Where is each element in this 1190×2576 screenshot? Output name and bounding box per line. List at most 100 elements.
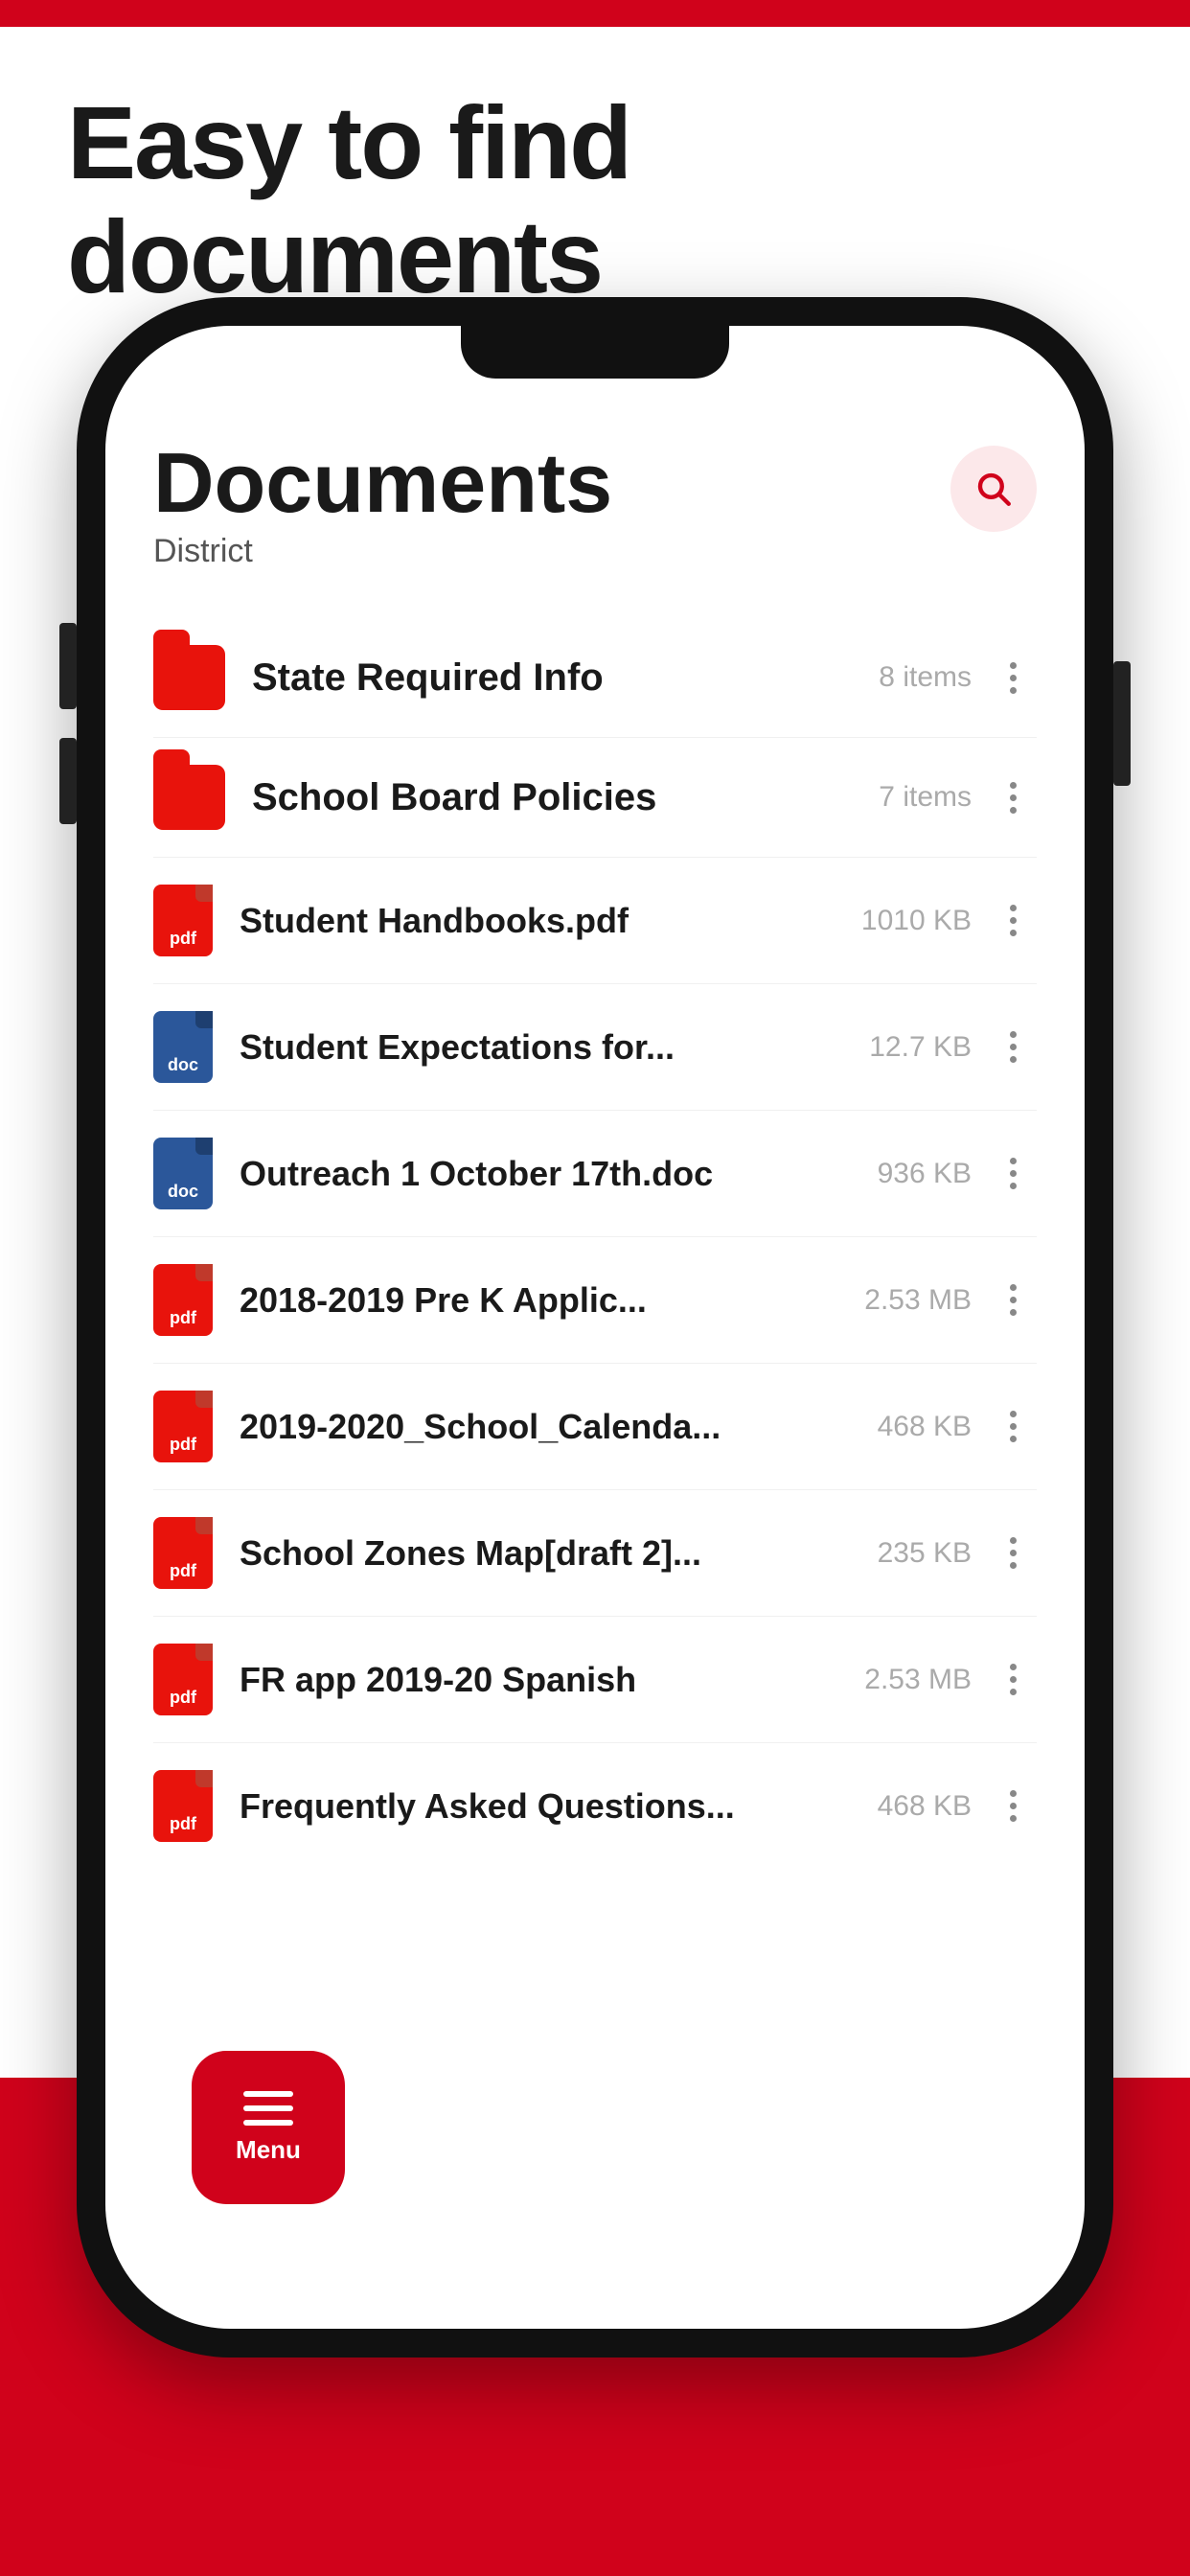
item-name: Frequently Asked Questions... xyxy=(240,1786,858,1827)
documents-subtitle: District xyxy=(153,533,612,570)
item-name: Student Handbooks.pdf xyxy=(240,901,842,941)
dot xyxy=(1010,782,1017,789)
list-item[interactable]: pdf Frequently Asked Questions... 468 KB xyxy=(153,1743,1037,1869)
search-icon xyxy=(973,469,1014,509)
item-info: Student Handbooks.pdf xyxy=(240,901,842,941)
dot xyxy=(1010,1689,1017,1695)
item-meta: 2.53 MB xyxy=(864,1284,972,1317)
dot xyxy=(1010,662,1017,669)
item-meta: 7 items xyxy=(879,781,972,814)
more-options-button[interactable] xyxy=(989,1284,1037,1316)
item-name: Outreach 1 October 17th.doc xyxy=(240,1154,858,1194)
dot xyxy=(1010,1309,1017,1316)
more-options-button[interactable] xyxy=(989,1158,1037,1189)
page-title: Easy to find documents xyxy=(67,86,1190,314)
dot xyxy=(1010,675,1017,681)
pdf-icon: pdf xyxy=(153,1517,213,1589)
pdf-icon: pdf xyxy=(153,1644,213,1715)
more-options-button[interactable] xyxy=(989,1790,1037,1822)
folder-icon xyxy=(153,765,225,830)
list-item[interactable]: pdf 2018-2019 Pre K Applic... 2.53 MB xyxy=(153,1237,1037,1364)
menu-line xyxy=(243,2091,293,2097)
dot xyxy=(1010,1550,1017,1556)
dot xyxy=(1010,1044,1017,1050)
dot xyxy=(1010,1436,1017,1442)
item-name: FR app 2019-20 Spanish xyxy=(240,1660,845,1700)
item-meta: 2.53 MB xyxy=(864,1664,972,1696)
item-name: Student Expectations for... xyxy=(240,1027,850,1068)
dot xyxy=(1010,687,1017,694)
menu-button[interactable]: Menu xyxy=(192,2051,345,2204)
more-options-button[interactable] xyxy=(989,1031,1037,1063)
screen-content: Documents District State Required Info xyxy=(105,393,1085,2329)
phone-frame: Documents District State Required Info xyxy=(77,297,1113,2358)
item-info: 2018-2019 Pre K Applic... xyxy=(240,1280,845,1321)
item-meta: 468 KB xyxy=(878,1790,972,1823)
list-item[interactable]: pdf FR app 2019-20 Spanish 2.53 MB xyxy=(153,1617,1037,1743)
item-info: Frequently Asked Questions... xyxy=(240,1786,858,1827)
pdf-icon: pdf xyxy=(153,885,213,956)
item-info: School Zones Map[draft 2]... xyxy=(240,1533,858,1574)
item-meta: 936 KB xyxy=(878,1158,972,1190)
dot xyxy=(1010,1562,1017,1569)
status-bar xyxy=(0,0,1190,27)
item-name: 2019-2020_School_Calenda... xyxy=(240,1407,858,1447)
dot xyxy=(1010,1183,1017,1189)
item-info: Student Expectations for... xyxy=(240,1027,850,1068)
item-name: 2018-2019 Pre K Applic... xyxy=(240,1280,845,1321)
doc-icon: doc xyxy=(153,1011,213,1083)
more-options-button[interactable] xyxy=(989,662,1037,694)
item-name: School Board Policies xyxy=(252,776,859,819)
list-item[interactable]: pdf Student Handbooks.pdf 1010 KB xyxy=(153,858,1037,984)
hamburger-icon xyxy=(243,2091,293,2126)
dot xyxy=(1010,1790,1017,1797)
more-options-button[interactable] xyxy=(989,1537,1037,1569)
documents-title: Documents xyxy=(153,441,612,525)
dot xyxy=(1010,1537,1017,1544)
phone-notch xyxy=(461,326,729,379)
list-item[interactable]: pdf School Zones Map[draft 2]... 235 KB xyxy=(153,1490,1037,1617)
list-item[interactable]: State Required Info 8 items xyxy=(153,618,1037,738)
more-options-button[interactable] xyxy=(989,905,1037,936)
dot xyxy=(1010,807,1017,814)
dot xyxy=(1010,1170,1017,1177)
list-item[interactable]: School Board Policies 7 items xyxy=(153,738,1037,858)
pdf-icon: pdf xyxy=(153,1264,213,1336)
pdf-icon: pdf xyxy=(153,1391,213,1462)
pdf-icon: pdf xyxy=(153,1770,213,1842)
item-info: FR app 2019-20 Spanish xyxy=(240,1660,845,1700)
more-options-button[interactable] xyxy=(989,1664,1037,1695)
dot xyxy=(1010,1803,1017,1809)
dot xyxy=(1010,917,1017,924)
list-item[interactable]: doc Outreach 1 October 17th.doc 936 KB xyxy=(153,1111,1037,1237)
item-meta: 468 KB xyxy=(878,1411,972,1443)
dot xyxy=(1010,1815,1017,1822)
dot xyxy=(1010,905,1017,911)
dot xyxy=(1010,1158,1017,1164)
item-info: 2019-2020_School_Calenda... xyxy=(240,1407,858,1447)
doc-icon: doc xyxy=(153,1138,213,1209)
item-info: School Board Policies xyxy=(252,776,859,819)
item-meta: 235 KB xyxy=(878,1537,972,1570)
item-name: School Zones Map[draft 2]... xyxy=(240,1533,858,1574)
item-name: State Required Info xyxy=(252,656,859,700)
menu-label: Menu xyxy=(236,2135,301,2165)
folder-icon xyxy=(153,645,225,710)
more-options-button[interactable] xyxy=(989,782,1037,814)
more-options-button[interactable] xyxy=(989,1411,1037,1442)
dot xyxy=(1010,1284,1017,1291)
phone-screen: Documents District State Required Info xyxy=(105,326,1085,2329)
dot xyxy=(1010,1676,1017,1683)
item-meta: 1010 KB xyxy=(861,905,972,937)
list-item[interactable]: pdf 2019-2020_School_Calenda... 468 KB xyxy=(153,1364,1037,1490)
search-button[interactable] xyxy=(950,446,1037,532)
dot xyxy=(1010,1031,1017,1038)
dot xyxy=(1010,1297,1017,1303)
dot xyxy=(1010,794,1017,801)
volume-up-button xyxy=(59,623,77,709)
volume-down-button xyxy=(59,738,77,824)
header-text: Documents District xyxy=(153,441,612,570)
list-item[interactable]: doc Student Expectations for... 12.7 KB xyxy=(153,984,1037,1111)
dot xyxy=(1010,1664,1017,1670)
menu-line xyxy=(243,2105,293,2111)
